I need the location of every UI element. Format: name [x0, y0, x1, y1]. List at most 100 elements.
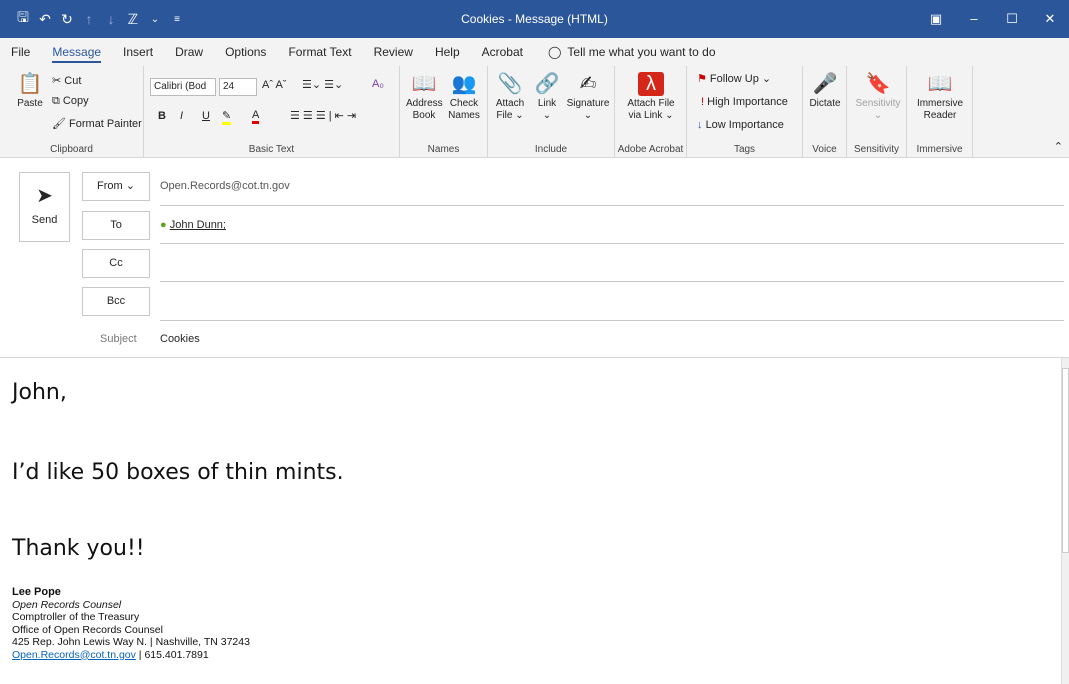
- link-button[interactable]: 🔗 Link ⌄: [532, 72, 562, 122]
- sig-address: 425 Rep. John Lewis Way N. | Nashville, …: [12, 636, 250, 648]
- address-book-button[interactable]: 📖 Address Book: [406, 72, 443, 122]
- high-importance-button[interactable]: ! High Importance: [701, 96, 788, 108]
- dictate-button[interactable]: 🎤 Dictate: [807, 72, 843, 110]
- minimize-icon[interactable]: –: [955, 0, 993, 38]
- body-request: I’d like 50 boxes of thin mints.: [12, 460, 344, 485]
- subject-label: Subject: [100, 333, 137, 345]
- tab-format-text[interactable]: Format Text: [277, 38, 362, 66]
- follow-up-button[interactable]: ⚑ Follow Up ⌄: [697, 72, 771, 85]
- voice-group: 🎤 Dictate Voice: [803, 66, 847, 158]
- signature-icon: ✍: [579, 73, 597, 95]
- from-button[interactable]: From ⌄: [82, 172, 150, 201]
- address-book-icon: 📖: [411, 73, 437, 95]
- include-group: 📎 Attach File ⌄ 🔗 Link ⌄ ✍ Signature ⌄ Incl…: [488, 66, 615, 158]
- voice-label: Voice: [812, 144, 837, 155]
- italic-button[interactable]: I: [180, 110, 183, 122]
- to-divider: [160, 243, 1064, 244]
- send-button[interactable]: ➤ Send: [19, 172, 70, 242]
- basic-text-group: Calibri (Bod 24 Aˆ Aˇ ☰⌄ ☰⌄ A₀ B I U ✎ A…: [144, 66, 400, 158]
- check-names-button[interactable]: 👥 Check Names: [446, 72, 482, 122]
- font-name-select[interactable]: Calibri (Bod: [150, 78, 216, 96]
- attach-file-button[interactable]: 📎 Attach File ⌄: [494, 72, 526, 122]
- ribbon-tabs: File Message Insert Draw Options Format …: [0, 38, 1069, 66]
- ribbon: 📋 Paste ✂ Cut ⧉ Copy 🖌 Format Painter Cl…: [0, 66, 1069, 158]
- from-divider: [160, 205, 1064, 206]
- clipboard-group: 📋 Paste ✂ Cut ⧉ Copy 🖌 Format Painter Cl…: [0, 66, 144, 158]
- close-icon[interactable]: ✕: [1031, 0, 1069, 38]
- names-label: Names: [427, 144, 460, 155]
- signature-button[interactable]: ✍ Signature ⌄: [564, 72, 612, 122]
- tab-review[interactable]: Review: [363, 38, 424, 66]
- subject-field[interactable]: Cookies: [160, 333, 200, 345]
- bcc-divider: [160, 320, 1064, 321]
- low-importance-button[interactable]: ↓ Low Importance: [697, 119, 784, 131]
- sig-name: Lee Pope: [12, 586, 61, 598]
- tab-options[interactable]: Options: [214, 38, 277, 66]
- font-color-icon[interactable]: A: [252, 109, 260, 124]
- tab-file[interactable]: File: [0, 38, 41, 66]
- collapse-ribbon-icon[interactable]: ⌃: [1054, 140, 1063, 153]
- tab-message[interactable]: Message: [41, 38, 112, 66]
- to-button[interactable]: To: [82, 211, 150, 240]
- sensitivity-button[interactable]: 🔖 Sensitivity ⌄: [853, 72, 903, 122]
- to-field[interactable]: ● John Dunn;: [160, 219, 226, 231]
- body-scrollbar[interactable]: [1061, 358, 1069, 684]
- sig-email-link[interactable]: Open.Records@cot.tn.gov: [12, 649, 136, 661]
- body-thanks: Thank you!!: [12, 536, 145, 561]
- basic-text-label: Basic Text: [248, 144, 295, 155]
- microphone-icon: 🎤: [812, 73, 838, 95]
- tab-insert[interactable]: Insert: [112, 38, 164, 66]
- immersive-group: 📖 Immersive Reader Immersive: [907, 66, 973, 158]
- window-controls: ▣ – ☐ ✕: [917, 0, 1069, 38]
- format-painter-button[interactable]: 🖌 Format Painter: [52, 117, 142, 130]
- copy-button[interactable]: ⧉ Copy: [52, 95, 89, 108]
- include-label: Include: [534, 144, 568, 155]
- adobe-acrobat-group: λ Attach File via Link ⌄ Adobe Acrobat: [615, 66, 687, 158]
- from-value: Open.Records@cot.tn.gov: [160, 180, 290, 192]
- font-grow-icon[interactable]: Aˆ Aˇ: [262, 79, 286, 91]
- signature-block: Lee Pope Open Records Counsel Comptrolle…: [12, 586, 250, 661]
- sig-title: Open Records Counsel: [12, 598, 122, 611]
- acrobat-icon: λ: [638, 72, 664, 96]
- highlight-icon[interactable]: ✎: [222, 109, 232, 125]
- sensitivity-label: Sensitivity: [853, 144, 899, 155]
- cc-divider: [160, 281, 1064, 282]
- cut-button[interactable]: ✂ Cut: [52, 74, 81, 87]
- check-names-icon: 👥: [451, 73, 477, 95]
- cc-button[interactable]: Cc: [82, 249, 150, 278]
- tags-label: Tags: [733, 144, 756, 155]
- immersive-reader-button[interactable]: 📖 Immersive Reader: [913, 72, 967, 122]
- bullets-icon[interactable]: ☰⌄ ☰⌄: [302, 78, 343, 91]
- bcc-button[interactable]: Bcc: [82, 287, 150, 316]
- bold-button[interactable]: B: [158, 110, 166, 122]
- scissors-icon: ✂: [52, 75, 65, 87]
- paperclip-icon: 📎: [497, 73, 523, 95]
- align-icons[interactable]: ☰ ☰ ☰ | ⇤ ⇥: [290, 109, 356, 122]
- sensitivity-icon: 🔖: [865, 73, 891, 95]
- clipboard-icon: 📋: [17, 73, 43, 95]
- scroll-thumb[interactable]: [1062, 368, 1069, 553]
- tab-acrobat[interactable]: Acrobat: [471, 38, 534, 66]
- ribbon-display-icon[interactable]: ▣: [917, 0, 955, 38]
- tell-me-text: Tell me what you want to do: [567, 45, 716, 59]
- maximize-icon[interactable]: ☐: [993, 0, 1031, 38]
- attach-via-link-button[interactable]: λ Attach File via Link ⌄: [621, 72, 681, 122]
- brush-icon: 🖌: [52, 118, 70, 130]
- immersive-reader-icon: 📖: [927, 73, 953, 95]
- tell-me-box[interactable]: ◯ Tell me what you want to do: [548, 45, 716, 59]
- tab-help[interactable]: Help: [424, 38, 471, 66]
- recipient-chip[interactable]: John Dunn;: [170, 219, 226, 231]
- sig-org1: Comptroller of the Treasury: [12, 611, 140, 623]
- presence-icon: ●: [160, 219, 167, 231]
- link-icon: 🔗: [534, 73, 560, 95]
- message-body[interactable]: John, I’d like 50 boxes of thin mints. T…: [0, 358, 1061, 684]
- clipboard-label: Clipboard: [50, 144, 93, 155]
- underline-button[interactable]: U: [202, 110, 210, 122]
- names-group: 📖 Address Book 👥 Check Names Names: [400, 66, 488, 158]
- paste-button[interactable]: 📋 Paste: [14, 72, 46, 110]
- font-size-select[interactable]: 24: [219, 78, 257, 96]
- title-bar: 🖫 ↶ ↻ ↑ ↓ ℤ ⌄ ≡ Cookies - Message (HTML)…: [0, 0, 1069, 38]
- tags-group: ⚑ Follow Up ⌄ ! High Importance ↓ Low Im…: [687, 66, 803, 158]
- tab-draw[interactable]: Draw: [164, 38, 214, 66]
- clear-formatting-icon[interactable]: A₀: [372, 78, 384, 90]
